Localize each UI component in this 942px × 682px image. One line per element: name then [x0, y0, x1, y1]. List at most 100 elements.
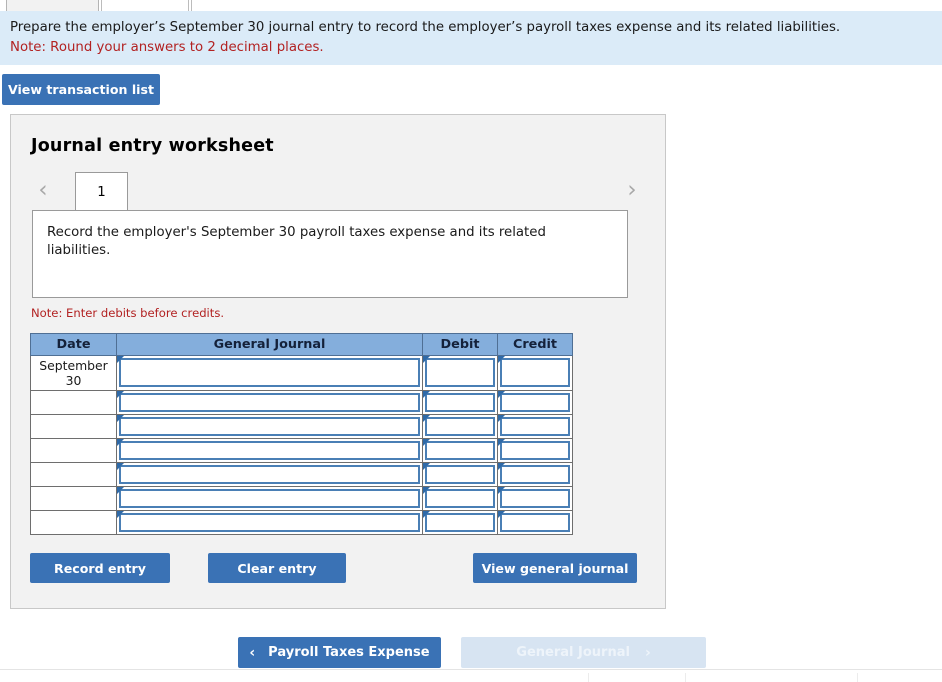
bottom-navigation: ‹ Payroll Taxes Expense General Journal …: [0, 637, 942, 669]
debit-cell[interactable]: [422, 510, 498, 535]
debit-cell[interactable]: [422, 486, 498, 511]
date-cell-value: [31, 401, 116, 405]
credit-cell[interactable]: [497, 390, 573, 415]
debit-input[interactable]: [425, 393, 495, 412]
banner-rounding-note: Note: Round your answers to 2 decimal pl…: [10, 40, 324, 55]
worksheet-page-tab-1[interactable]: 1: [75, 172, 128, 211]
cell-corner-marker-icon: [423, 487, 430, 494]
credit-cell[interactable]: [497, 438, 573, 463]
status-divider: [857, 673, 858, 682]
note-enter-debits-before-credits: Note: Enter debits before credits.: [31, 306, 225, 320]
table-row: [30, 390, 573, 415]
record-entry-button[interactable]: Record entry: [30, 553, 170, 583]
cell-corner-marker-icon: [423, 415, 430, 422]
cell-corner-marker-icon: [117, 415, 124, 422]
general-journal-cell[interactable]: [116, 438, 423, 463]
date-cell[interactable]: [30, 486, 117, 511]
date-cell-value: [31, 449, 116, 453]
date-cell[interactable]: [30, 390, 117, 415]
general-journal-cell[interactable]: [116, 414, 423, 439]
debit-cell[interactable]: [422, 438, 498, 463]
top-tab-strip: [0, 0, 942, 11]
credit-cell[interactable]: [497, 414, 573, 439]
general-journal-cell[interactable]: [116, 486, 423, 511]
cell-corner-marker-icon: [423, 391, 430, 398]
date-cell[interactable]: [30, 462, 117, 487]
cell-corner-marker-icon: [117, 463, 124, 470]
credit-cell[interactable]: [497, 486, 573, 511]
chevron-right-icon: ›: [644, 644, 651, 661]
cell-corner-marker-icon: [117, 439, 124, 446]
table-row: [30, 438, 573, 463]
cell-corner-marker-icon: [117, 487, 124, 494]
credit-cell[interactable]: [497, 355, 573, 391]
table-row: September 30: [30, 355, 573, 391]
cell-corner-marker-icon: [498, 439, 505, 446]
general-journal-cell[interactable]: [116, 510, 423, 535]
debit-cell[interactable]: [422, 462, 498, 487]
cell-corner-marker-icon: [498, 463, 505, 470]
prev-payroll-taxes-expense-button[interactable]: ‹ Payroll Taxes Expense: [238, 637, 441, 668]
status-divider: [685, 673, 686, 682]
date-cell-value: [31, 521, 116, 525]
general-journal-cell[interactable]: [116, 390, 423, 415]
tab-middle-partial[interactable]: [101, 0, 189, 11]
credit-input[interactable]: [500, 441, 570, 460]
credit-input[interactable]: [500, 489, 570, 508]
column-header-credit: Credit: [497, 333, 573, 356]
general-journal-input[interactable]: [119, 513, 420, 532]
journal-entry-table: Date General Journal Debit Credit Septem…: [30, 333, 573, 535]
cell-corner-marker-icon: [423, 511, 430, 518]
instruction-banner: Prepare the employer’s September 30 jour…: [0, 11, 942, 65]
credit-input[interactable]: [500, 417, 570, 436]
credit-cell[interactable]: [497, 462, 573, 487]
debit-input[interactable]: [425, 417, 495, 436]
general-journal-input[interactable]: [119, 465, 420, 484]
general-journal-input[interactable]: [119, 489, 420, 508]
debit-cell[interactable]: [422, 355, 498, 391]
debit-cell[interactable]: [422, 414, 498, 439]
tab-right-partial[interactable]: [191, 0, 942, 11]
debit-input[interactable]: [425, 489, 495, 508]
credit-input[interactable]: [500, 393, 570, 412]
chevron-left-icon[interactable]: ‹: [32, 177, 54, 203]
clear-entry-button[interactable]: Clear entry: [208, 553, 346, 583]
credit-cell[interactable]: [497, 510, 573, 535]
table-row: [30, 486, 573, 511]
debit-input[interactable]: [425, 441, 495, 460]
journal-entry-worksheet-panel: Journal entry worksheet ‹ 1 › Record the…: [10, 114, 666, 609]
general-journal-input[interactable]: [119, 441, 420, 460]
general-journal-input[interactable]: [119, 417, 420, 436]
date-cell[interactable]: [30, 414, 117, 439]
date-cell: September 30: [30, 355, 117, 391]
date-cell-value: [31, 497, 116, 501]
worksheet-instruction-text: Record the employer's September 30 payro…: [47, 225, 546, 258]
date-cell-value: [31, 425, 116, 429]
general-journal-input[interactable]: [119, 393, 420, 412]
banner-instruction-text: Prepare the employer’s September 30 jour…: [10, 20, 841, 35]
credit-input[interactable]: [500, 513, 570, 532]
credit-input[interactable]: [500, 465, 570, 484]
tab-left-partial[interactable]: [6, 0, 99, 11]
column-header-debit: Debit: [422, 333, 498, 356]
worksheet-page-tabs: ‹ 1 ›: [29, 171, 649, 211]
chevron-right-icon[interactable]: ›: [621, 177, 643, 203]
table-row: [30, 462, 573, 487]
status-divider: [588, 673, 589, 682]
column-header-date: Date: [30, 333, 117, 356]
view-general-journal-button[interactable]: View general journal: [473, 553, 637, 583]
debit-input[interactable]: [425, 513, 495, 532]
debit-cell[interactable]: [422, 390, 498, 415]
debit-input[interactable]: [425, 465, 495, 484]
general-journal-cell[interactable]: [116, 355, 423, 391]
cell-corner-marker-icon: [498, 391, 505, 398]
next-general-journal-button[interactable]: General Journal ›: [461, 637, 706, 668]
general-journal-cell[interactable]: [116, 462, 423, 487]
date-cell-value: September 30: [39, 358, 108, 388]
credit-input[interactable]: [500, 358, 570, 387]
date-cell[interactable]: [30, 438, 117, 463]
date-cell[interactable]: [30, 510, 117, 535]
debit-input[interactable]: [425, 358, 495, 387]
general-journal-input[interactable]: [119, 358, 420, 387]
view-transaction-list-button[interactable]: View transaction list: [2, 74, 160, 105]
